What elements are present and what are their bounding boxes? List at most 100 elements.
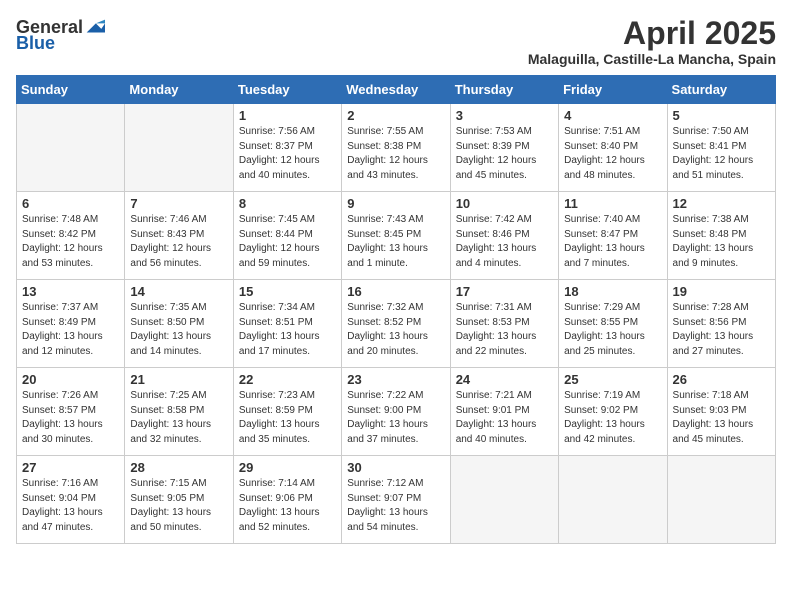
calendar-day-cell: 4 Sunrise: 7:51 AM Sunset: 8:40 PM Daylig… [559, 104, 667, 192]
day-info: Sunrise: 7:19 AM Sunset: 9:02 PM Dayligh… [564, 389, 661, 447]
day-info: Sunrise: 7:15 AM Sunset: 9:05 PM Dayligh… [130, 477, 227, 535]
calendar-day-cell [125, 104, 233, 192]
calendar-week-row: 13 Sunrise: 7:37 AM Sunset: 8:49 PM Dayli… [17, 280, 776, 368]
day-number: 7 [130, 196, 227, 211]
calendar-day-cell [559, 456, 667, 544]
day-info: Sunrise: 7:51 AM Sunset: 8:40 PM Dayligh… [564, 125, 661, 183]
calendar-day-cell: 29 Sunrise: 7:14 AM Sunset: 9:06 PM Dayli… [233, 456, 341, 544]
logo: General Blue [16, 16, 105, 52]
day-number: 1 [239, 108, 336, 123]
calendar-day-cell: 21 Sunrise: 7:25 AM Sunset: 8:58 PM Dayli… [125, 368, 233, 456]
day-info: Sunrise: 7:46 AM Sunset: 8:43 PM Dayligh… [130, 213, 227, 271]
day-number: 12 [673, 196, 770, 211]
calendar-day-cell: 12Sunrise: 7:38 AM Sunset: 8:48 PM Dayli… [667, 192, 775, 280]
calendar-week-row: 6 Sunrise: 7:48 AM Sunset: 8:42 PM Daylig… [17, 192, 776, 280]
day-number: 26 [673, 372, 770, 387]
day-number: 27 [22, 460, 119, 475]
day-info: Sunrise: 7:53 AM Sunset: 8:39 PM Dayligh… [456, 125, 553, 183]
day-number: 20 [22, 372, 119, 387]
calendar-day-cell: 22 Sunrise: 7:23 AM Sunset: 8:59 PM Dayli… [233, 368, 341, 456]
page-header: General Blue April 2025 Malaguilla, Cast… [16, 16, 776, 67]
day-number: 23 [347, 372, 444, 387]
day-number: 19 [673, 284, 770, 299]
calendar-day-cell: 9Sunrise: 7:43 AM Sunset: 8:45 PM Daylig… [342, 192, 450, 280]
day-info: Sunrise: 7:42 AM Sunset: 8:46 PM Dayligh… [456, 213, 553, 271]
day-info: Sunrise: 7:18 AM Sunset: 9:03 PM Dayligh… [673, 389, 770, 447]
day-info: Sunrise: 7:50 AM Sunset: 8:41 PM Dayligh… [673, 125, 770, 183]
calendar-day-cell [17, 104, 125, 192]
calendar-day-cell: 2Sunrise: 7:55 AM Sunset: 8:38 PM Daylig… [342, 104, 450, 192]
day-number: 4 [564, 108, 661, 123]
day-info: Sunrise: 7:16 AM Sunset: 9:04 PM Dayligh… [22, 477, 119, 535]
logo-blue: Blue [16, 34, 55, 52]
calendar-day-cell: 17Sunrise: 7:31 AM Sunset: 8:53 PM Dayli… [450, 280, 558, 368]
day-number: 22 [239, 372, 336, 387]
calendar-day-cell: 20 Sunrise: 7:26 AM Sunset: 8:57 PM Dayli… [17, 368, 125, 456]
day-number: 21 [130, 372, 227, 387]
day-info: Sunrise: 7:12 AM Sunset: 9:07 PM Dayligh… [347, 477, 444, 535]
calendar-day-cell: 8Sunrise: 7:45 AM Sunset: 8:44 PM Daylig… [233, 192, 341, 280]
day-of-week-header: Tuesday [233, 76, 341, 104]
calendar-day-cell: 23 Sunrise: 7:22 AM Sunset: 9:00 PM Dayli… [342, 368, 450, 456]
calendar-day-cell: 19 Sunrise: 7:28 AM Sunset: 8:56 PM Dayli… [667, 280, 775, 368]
day-info: Sunrise: 7:23 AM Sunset: 8:59 PM Dayligh… [239, 389, 336, 447]
day-number: 13 [22, 284, 119, 299]
title-block: April 2025 Malaguilla, Castille-La Manch… [528, 16, 776, 67]
day-info: Sunrise: 7:28 AM Sunset: 8:56 PM Dayligh… [673, 301, 770, 359]
day-number: 3 [456, 108, 553, 123]
day-number: 29 [239, 460, 336, 475]
day-number: 16 [347, 284, 444, 299]
day-info: Sunrise: 7:29 AM Sunset: 8:55 PM Dayligh… [564, 301, 661, 359]
day-of-week-header: Thursday [450, 76, 558, 104]
day-number: 8 [239, 196, 336, 211]
day-number: 24 [456, 372, 553, 387]
calendar-day-cell: 26 Sunrise: 7:18 AM Sunset: 9:03 PM Dayli… [667, 368, 775, 456]
day-info: Sunrise: 7:34 AM Sunset: 8:51 PM Dayligh… [239, 301, 336, 359]
calendar-day-cell: 7 Sunrise: 7:46 AM Sunset: 8:43 PM Daylig… [125, 192, 233, 280]
calendar-body: 1 Sunrise: 7:56 AM Sunset: 8:37 PM Daylig… [17, 104, 776, 544]
calendar-day-cell: 18 Sunrise: 7:29 AM Sunset: 8:55 PM Dayli… [559, 280, 667, 368]
calendar-table: SundayMondayTuesdayWednesdayThursdayFrid… [16, 75, 776, 544]
calendar-day-cell: 25Sunrise: 7:19 AM Sunset: 9:02 PM Dayli… [559, 368, 667, 456]
calendar-day-cell: 28 Sunrise: 7:15 AM Sunset: 9:05 PM Dayli… [125, 456, 233, 544]
day-number: 11 [564, 196, 661, 211]
day-number: 5 [673, 108, 770, 123]
calendar-day-cell: 10Sunrise: 7:42 AM Sunset: 8:46 PM Dayli… [450, 192, 558, 280]
calendar-day-cell [667, 456, 775, 544]
day-of-week-header: Saturday [667, 76, 775, 104]
day-of-week-header: Friday [559, 76, 667, 104]
day-info: Sunrise: 7:37 AM Sunset: 8:49 PM Dayligh… [22, 301, 119, 359]
day-of-week-header: Sunday [17, 76, 125, 104]
calendar-day-cell: 6 Sunrise: 7:48 AM Sunset: 8:42 PM Daylig… [17, 192, 125, 280]
calendar-day-cell: 1 Sunrise: 7:56 AM Sunset: 8:37 PM Daylig… [233, 104, 341, 192]
day-info: Sunrise: 7:40 AM Sunset: 8:47 PM Dayligh… [564, 213, 661, 271]
calendar-header-row: SundayMondayTuesdayWednesdayThursdayFrid… [17, 76, 776, 104]
day-number: 6 [22, 196, 119, 211]
day-info: Sunrise: 7:14 AM Sunset: 9:06 PM Dayligh… [239, 477, 336, 535]
calendar-day-cell: 11 Sunrise: 7:40 AM Sunset: 8:47 PM Dayli… [559, 192, 667, 280]
day-info: Sunrise: 7:43 AM Sunset: 8:45 PM Dayligh… [347, 213, 444, 271]
calendar-day-cell: 30Sunrise: 7:12 AM Sunset: 9:07 PM Dayli… [342, 456, 450, 544]
day-number: 18 [564, 284, 661, 299]
day-of-week-header: Monday [125, 76, 233, 104]
day-info: Sunrise: 7:35 AM Sunset: 8:50 PM Dayligh… [130, 301, 227, 359]
calendar-day-cell: 3 Sunrise: 7:53 AM Sunset: 8:39 PM Daylig… [450, 104, 558, 192]
day-info: Sunrise: 7:26 AM Sunset: 8:57 PM Dayligh… [22, 389, 119, 447]
calendar-week-row: 1 Sunrise: 7:56 AM Sunset: 8:37 PM Daylig… [17, 104, 776, 192]
calendar-day-cell: 24 Sunrise: 7:21 AM Sunset: 9:01 PM Dayli… [450, 368, 558, 456]
day-number: 28 [130, 460, 227, 475]
logo-icon [83, 16, 105, 38]
calendar-day-cell: 27 Sunrise: 7:16 AM Sunset: 9:04 PM Dayli… [17, 456, 125, 544]
calendar-day-cell: 13 Sunrise: 7:37 AM Sunset: 8:49 PM Dayli… [17, 280, 125, 368]
day-info: Sunrise: 7:22 AM Sunset: 9:00 PM Dayligh… [347, 389, 444, 447]
day-info: Sunrise: 7:32 AM Sunset: 8:52 PM Dayligh… [347, 301, 444, 359]
calendar-week-row: 27 Sunrise: 7:16 AM Sunset: 9:04 PM Dayli… [17, 456, 776, 544]
day-of-week-header: Wednesday [342, 76, 450, 104]
calendar-subtitle: Malaguilla, Castille-La Mancha, Spain [528, 51, 776, 67]
day-info: Sunrise: 7:21 AM Sunset: 9:01 PM Dayligh… [456, 389, 553, 447]
day-number: 15 [239, 284, 336, 299]
day-info: Sunrise: 7:56 AM Sunset: 8:37 PM Dayligh… [239, 125, 336, 183]
calendar-day-cell [450, 456, 558, 544]
day-info: Sunrise: 7:48 AM Sunset: 8:42 PM Dayligh… [22, 213, 119, 271]
day-info: Sunrise: 7:25 AM Sunset: 8:58 PM Dayligh… [130, 389, 227, 447]
